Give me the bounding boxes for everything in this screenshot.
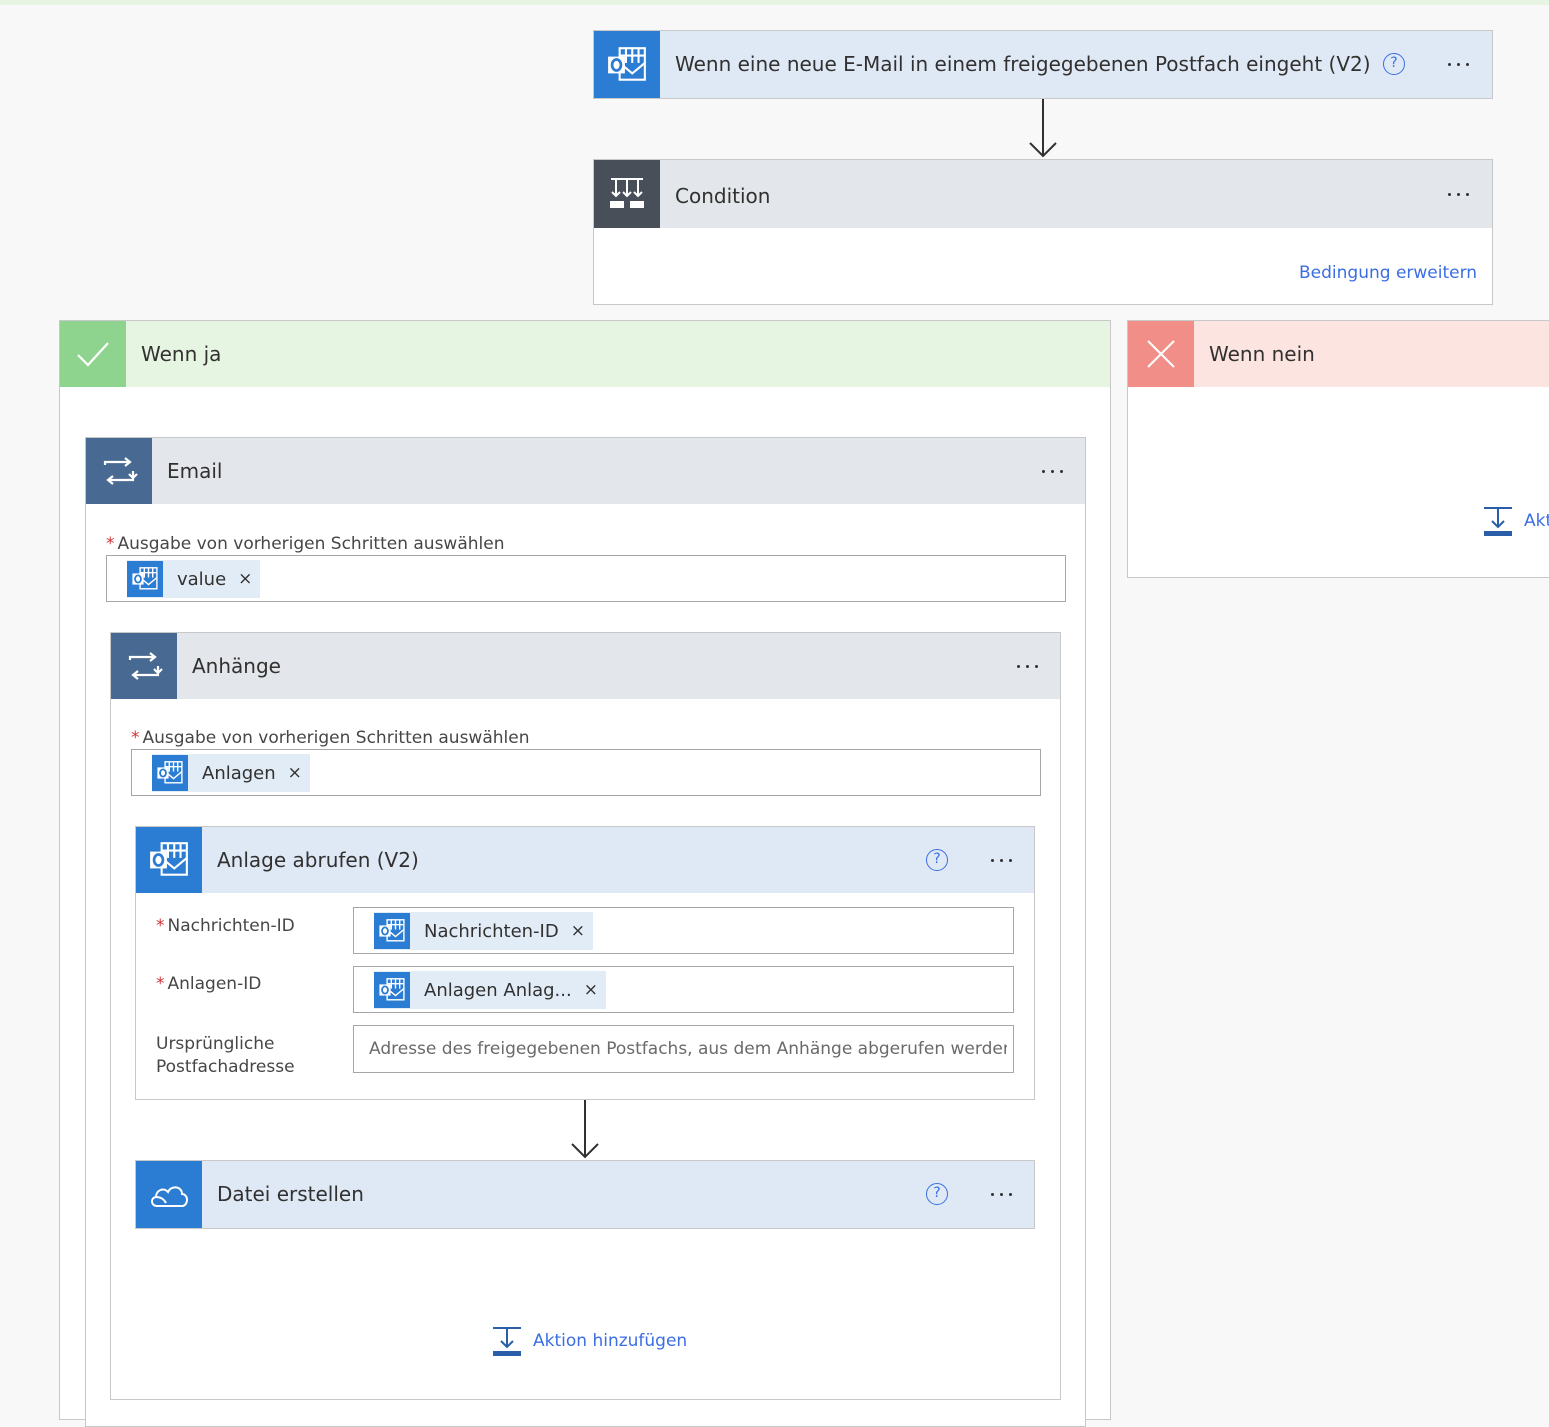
more-options-icon[interactable] <box>981 827 1021 893</box>
loop-icon <box>111 633 177 699</box>
attachments-loop-input[interactable]: Anlagen × <box>131 749 1041 796</box>
help-icon[interactable]: ? <box>926 849 948 871</box>
checkmark-icon <box>60 321 126 387</box>
attachment-id-token[interactable]: Anlagen Anlag... × <box>374 971 606 1009</box>
no-branch-title: Wenn nein <box>1209 342 1315 366</box>
create-file-title: Datei erstellen <box>217 1182 364 1206</box>
help-icon[interactable]: ? <box>926 1183 948 1205</box>
condition-header[interactable]: Condition <box>594 160 1492 228</box>
more-options-icon[interactable] <box>1438 31 1478 97</box>
trigger-title: Wenn eine neue E-Mail in einem freigegeb… <box>675 52 1371 76</box>
mailbox-address-label: Ursprüngliche Postfachadresse <box>156 1034 295 1077</box>
attachment-id-input[interactable]: Anlagen Anlag... × <box>353 966 1014 1013</box>
more-options-icon[interactable] <box>1438 160 1478 228</box>
get-attachment-card[interactable]: Anlage abrufen (V2) ? * Nachrichten-ID Na… <box>135 826 1035 1100</box>
get-attachment-header[interactable]: Anlage abrufen (V2) ? <box>136 827 1034 893</box>
yes-branch-title: Wenn ja <box>141 342 222 366</box>
add-action-icon <box>1482 505 1514 537</box>
attachments-loop-field-label: * Ausgabe von vorherigen Schritten auswäh… <box>131 728 530 748</box>
outlook-icon <box>136 827 202 893</box>
message-id-token[interactable]: Nachrichten-ID × <box>374 912 593 950</box>
mailbox-address-placeholder: Adresse des freigegebenen Postfachs, aus… <box>369 1039 1007 1059</box>
remove-token-icon[interactable]: × <box>288 763 302 783</box>
loop-icon <box>86 438 152 504</box>
onedrive-icon <box>136 1161 202 1228</box>
trigger-header[interactable]: Wenn eine neue E-Mail in einem freigegeb… <box>594 31 1492 98</box>
create-file-header[interactable]: Datei erstellen ? <box>136 1161 1034 1228</box>
message-id-label: * Nachrichten-ID <box>156 916 295 936</box>
add-action-label: Aktion hinzufügen <box>533 1331 688 1351</box>
yes-branch-header[interactable]: Wenn ja <box>60 321 1110 387</box>
close-icon <box>1128 321 1194 387</box>
condition-title: Condition <box>675 184 771 208</box>
expand-condition-link[interactable]: Bedingung erweitern <box>1299 263 1477 283</box>
no-branch-header[interactable]: Wenn nein <box>1128 321 1549 387</box>
more-options-icon[interactable] <box>981 1161 1021 1227</box>
remove-token-icon[interactable]: × <box>571 921 585 941</box>
mailbox-address-input[interactable]: Adresse des freigegebenen Postfachs, aus… <box>353 1025 1014 1073</box>
attachment-id-label: * Anlagen-ID <box>156 974 262 994</box>
add-action-label-partial: Akt <box>1524 511 1549 531</box>
outlook-icon <box>127 561 163 597</box>
connector-arrow <box>571 1100 599 1159</box>
email-loop-field-label: * Ausgabe von vorherigen Schritten auswäh… <box>106 534 505 554</box>
outlook-icon <box>374 972 410 1008</box>
outlook-icon <box>374 913 410 949</box>
attachments-token[interactable]: Anlagen × <box>152 754 310 792</box>
no-branch: Wenn nein Akt <box>1127 320 1549 578</box>
add-action-button[interactable]: Aktion hinzufügen <box>491 1325 687 1357</box>
connector-arrow <box>1029 99 1057 158</box>
add-action-button-no[interactable]: Akt <box>1482 505 1549 537</box>
attachments-loop-title: Anhänge <box>192 654 281 678</box>
trigger-card[interactable]: Wenn eine neue E-Mail in einem freigegeb… <box>593 30 1493 99</box>
attachments-loop-header[interactable]: Anhänge <box>111 633 1060 699</box>
add-action-icon <box>491 1325 523 1357</box>
top-accent-bar <box>0 0 1549 5</box>
more-options-icon[interactable] <box>1032 438 1072 504</box>
remove-token-icon[interactable]: × <box>584 980 598 1000</box>
outlook-icon <box>152 755 188 791</box>
condition-card[interactable]: Condition Bedingung erweitern <box>593 159 1493 305</box>
email-loop-title: Email <box>167 459 223 483</box>
email-loop-input[interactable]: value × <box>106 555 1066 602</box>
more-options-icon[interactable] <box>1007 633 1047 699</box>
outlook-icon <box>594 31 660 98</box>
message-id-input[interactable]: Nachrichten-ID × <box>353 907 1014 954</box>
remove-token-icon[interactable]: × <box>238 569 252 589</box>
help-icon[interactable]: ? <box>1383 53 1405 75</box>
create-file-card[interactable]: Datei erstellen ? <box>135 1160 1035 1229</box>
condition-icon <box>594 160 660 228</box>
email-loop-header[interactable]: Email <box>86 438 1085 504</box>
get-attachment-title: Anlage abrufen (V2) <box>217 848 419 872</box>
value-token[interactable]: value × <box>127 560 261 598</box>
